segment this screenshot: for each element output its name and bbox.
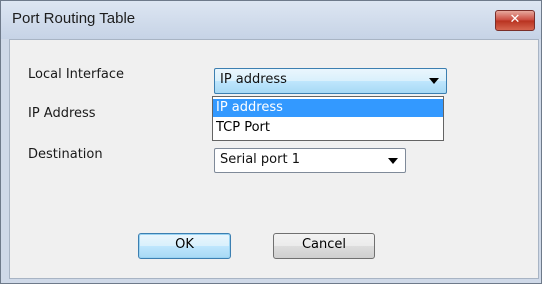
chevron-down-icon [388,158,398,164]
destination-select[interactable]: Serial port 1 [214,148,406,173]
dialog-title: Port Routing Table [12,10,136,27]
local-interface-dropdown-list: IP address TCP Port [212,96,444,141]
dropdown-option-ip-address[interactable]: IP address [213,99,443,117]
local-interface-value: IP address [220,72,287,87]
close-button[interactable]: ✕ [495,10,535,31]
title-bar[interactable]: Port Routing Table ✕ [1,1,541,39]
close-icon: ✕ [509,12,521,27]
local-interface-select[interactable]: IP address [214,68,447,94]
port-routing-dialog: Port Routing Table ✕ Local Interface IP … [0,0,542,284]
cancel-button[interactable]: Cancel [273,233,375,259]
dropdown-option-label: IP address [216,100,283,115]
destination-label: Destination [28,147,103,162]
chevron-down-icon [429,78,439,84]
dialog-body: Local Interface IP address IP Address De… [9,39,539,279]
ok-button[interactable]: OK [138,233,231,259]
local-interface-label: Local Interface [28,67,125,82]
destination-value: Serial port 1 [220,152,300,167]
dropdown-option-tcp-port[interactable]: TCP Port [213,119,443,137]
ip-address-label: IP Address [28,106,96,121]
dropdown-option-label: TCP Port [216,120,270,135]
